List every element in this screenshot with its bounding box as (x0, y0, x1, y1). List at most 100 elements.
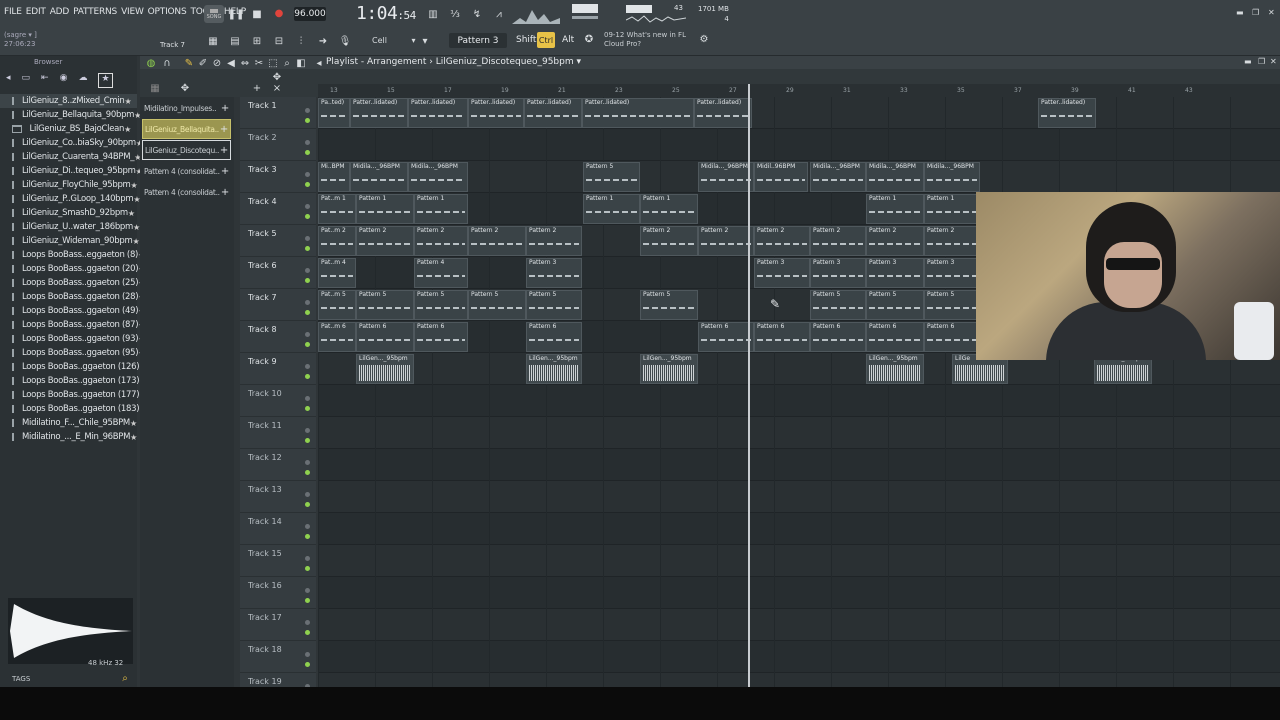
files-icon[interactable]: ▭ (22, 73, 31, 88)
track-header[interactable]: Track 3 (240, 161, 316, 193)
zoom-tool-icon[interactable]: ⌕ (280, 57, 294, 69)
menu-patterns[interactable]: PATTERNS (73, 7, 117, 17)
mute-tool-icon[interactable]: ◀ (224, 57, 238, 69)
playlist-clip[interactable]: Patter..lidated) (350, 98, 408, 128)
browser-item[interactable]: Loops BooBass..ggaeton (87)★ (0, 318, 145, 332)
track-select-led[interactable] (305, 428, 310, 433)
track-select-led[interactable] (305, 652, 310, 657)
browser-item[interactable]: LilGeniuz_Cuarenta_94BPM_ ★ (0, 150, 141, 164)
add-icon[interactable]: + (220, 124, 228, 135)
track-mute-led[interactable] (305, 310, 310, 315)
wait-icon[interactable]: ↯ (470, 8, 484, 20)
maximize-icon[interactable]: ❐ (1252, 8, 1259, 17)
playlist-clip[interactable]: Midila..._96BPM (350, 162, 408, 192)
menu-edit[interactable]: EDIT (26, 7, 46, 17)
playlist-clip[interactable]: Pattern 3 (924, 258, 980, 288)
track-header[interactable]: Track 11 (240, 417, 316, 449)
browser-item[interactable]: Midilatino_F..._Chile_95BPM ★ (0, 416, 137, 430)
track-mute-led[interactable] (305, 278, 310, 283)
playlist-clip[interactable]: Pa..ted) (318, 98, 350, 128)
track-lane[interactable] (318, 545, 1280, 577)
track-lane[interactable] (318, 129, 1280, 161)
playlist-clip[interactable]: Pattern 1 (640, 194, 698, 224)
track-lane[interactable] (318, 577, 1280, 609)
playlist-clip[interactable]: Midila..._96BPM (866, 162, 924, 192)
step-edit-icon[interactable]: ⅓ (448, 8, 462, 20)
playlist-clip[interactable]: Pat..m 4 (318, 258, 356, 288)
close-icon[interactable]: ✕ (1268, 8, 1275, 17)
browser-item[interactable]: LilGeniuz_P..GLoop_140bpm ★ (0, 192, 141, 206)
playlist-clip[interactable]: Pattern 2 (924, 226, 980, 256)
playlist-clip[interactable]: Pattern 5 (414, 290, 468, 320)
playlist-clip[interactable]: Pattern 2 (754, 226, 810, 256)
playlist-icon[interactable]: ▦ (206, 35, 220, 47)
playlist-clip[interactable]: Patter..lidated) (1038, 98, 1096, 128)
track-header[interactable]: Track 16 (240, 577, 316, 609)
arrangement-grid[interactable]: Pa..ted) Patter..lidated) Patter..lidated)… (318, 97, 1280, 687)
track-lane[interactable] (318, 481, 1280, 513)
tags-label[interactable]: TAGS (12, 675, 30, 683)
picker-clip[interactable]: Midilatino_Impulses.. + (142, 98, 231, 118)
playlist-clip[interactable]: Pattern 1 (356, 194, 414, 224)
playlist-clip[interactable]: LilGen..._95bpm (526, 354, 582, 384)
playlist-clip[interactable]: Pattern 6 (414, 322, 468, 352)
countdown-icon[interactable]: ⩘ (492, 8, 506, 20)
add-icon[interactable]: + (221, 187, 229, 198)
draw-tool-icon[interactable]: ✎ (182, 57, 196, 69)
news-icon[interactable]: ✪ (582, 33, 596, 45)
browser-item[interactable]: Loops BooBass..ggaeton (20)★ (0, 262, 145, 276)
slice-tool-icon[interactable]: ✂ (252, 57, 266, 69)
playlist-clip[interactable]: Pattern 1 (583, 194, 640, 224)
playlist-clip[interactable]: Pattern 6 (866, 322, 924, 352)
track-mute-led[interactable] (305, 630, 310, 635)
track-select-led[interactable] (305, 620, 310, 625)
pause-icon[interactable]: ❚❚ (228, 8, 245, 20)
playhead-marker[interactable] (748, 84, 750, 687)
track-header[interactable]: Track 8 (240, 321, 316, 353)
add-track-icon[interactable]: + (250, 82, 264, 94)
playlist-clip[interactable]: LilGen..._95bpm (866, 354, 924, 384)
playlist-clip[interactable]: Pattern 5 (583, 162, 640, 192)
add-icon[interactable]: + (221, 103, 229, 114)
cloud-icon[interactable]: ☁ (78, 73, 87, 88)
track-header[interactable]: Track 14 (240, 513, 316, 545)
playlist-clip[interactable]: Pattern 6 (924, 322, 980, 352)
track-select-led[interactable] (305, 140, 310, 145)
track-select-led[interactable] (305, 588, 310, 593)
star-icon[interactable]: ★ (124, 125, 131, 134)
browser-item[interactable]: Midilatino_..._E_Min_96BPM ★ (0, 430, 137, 444)
minimize-icon[interactable]: ▬ (1236, 8, 1244, 17)
delete-tool-icon[interactable]: ⊘ (210, 57, 224, 69)
browser-item[interactable]: Loops BooBass..ggaeton (49)★ (0, 304, 145, 318)
track-header[interactable]: Track 13 (240, 481, 316, 513)
track-select-led[interactable] (305, 524, 310, 529)
search-icon[interactable]: ◉ (60, 73, 68, 88)
playlist-clip[interactable]: Pattern 2 (356, 226, 414, 256)
pattern-mode-icon[interactable]: ◍ (144, 57, 158, 69)
playlist-clip[interactable]: Pat..m 2 (318, 226, 356, 256)
track-header[interactable]: Track 17 (240, 609, 316, 641)
track-mute-led[interactable] (305, 438, 310, 443)
browser-item[interactable]: Loops BooBas..ggaeton (173)★ (0, 374, 146, 388)
add-icon[interactable]: + (221, 166, 229, 177)
playlist-clip[interactable]: Patter..lidated) (582, 98, 694, 128)
playlist-clip[interactable]: Patter..lidated) (408, 98, 468, 128)
browser-item[interactable]: LilGeniuz_SmashD_92bpm ★ (0, 206, 137, 220)
menu-options[interactable]: OPTIONS (148, 7, 187, 17)
playlist-clip[interactable]: Pattern 5 (924, 290, 980, 320)
menu-arrow-icon[interactable]: ◂ (312, 57, 326, 69)
menu-file[interactable]: FILE (4, 7, 22, 17)
track-mute-led[interactable] (305, 470, 310, 475)
picker-clip[interactable]: Pattern 4 (consolidat.. + (142, 161, 231, 181)
browser-item[interactable]: Loops BooBass..ggaeton (93)★ (0, 332, 145, 346)
dropdown-arrow-icon[interactable]: ▾ (418, 35, 432, 47)
master-pitch-bar[interactable] (572, 16, 598, 19)
playlist-clip[interactable]: Pattern 2 (810, 226, 866, 256)
playlist-clip[interactable]: Pattern 5 (468, 290, 526, 320)
browser-item[interactable]: Loops BooBass..ggaeton (95)★ (0, 346, 145, 360)
arrangement-name[interactable]: LilGeniuz_Discotequeo_95bpm (436, 57, 574, 67)
track-select-led[interactable] (305, 172, 310, 177)
add-icon[interactable]: + (220, 145, 228, 156)
playlist-clip[interactable]: Pattern 2 (640, 226, 698, 256)
track-mute-led[interactable] (305, 374, 310, 379)
